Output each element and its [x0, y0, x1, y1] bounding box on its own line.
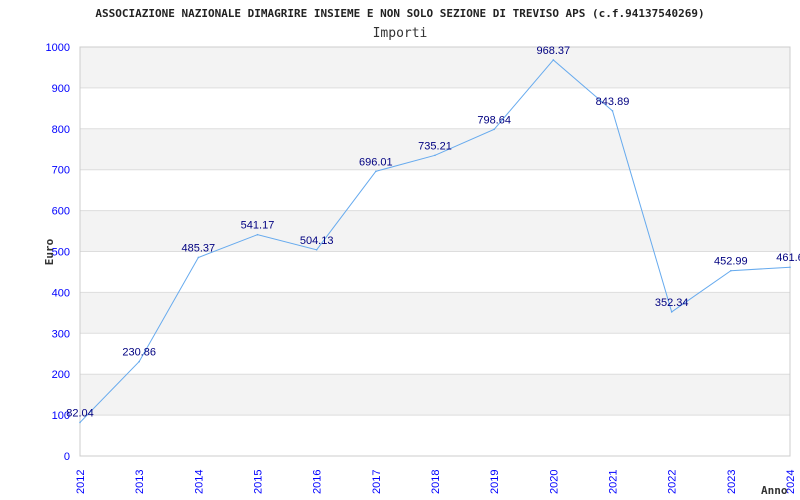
data-label: 82.04 — [66, 407, 94, 419]
y-tick-label: 700 — [52, 165, 70, 177]
x-tick-label: 2017 — [371, 470, 383, 494]
x-tick-label: 2014 — [193, 470, 205, 494]
data-point — [552, 59, 555, 61]
y-tick-label: 400 — [52, 287, 70, 299]
y-tick-label: 800 — [52, 124, 70, 136]
y-tick-label: 0 — [64, 451, 70, 463]
data-label: 230.86 — [122, 347, 156, 359]
x-tick-label: 2020 — [548, 470, 560, 494]
y-tick-label: 900 — [52, 83, 70, 95]
data-point — [256, 233, 259, 236]
y-tick-label: 300 — [52, 328, 70, 340]
chart: 0 100 200 300 400 500 600 700 800 900 1000 2012 201… — [0, 0, 800, 500]
data-point — [197, 256, 200, 259]
data-label: 968.37 — [537, 45, 571, 57]
y-axis-label: Euro — [43, 238, 56, 265]
data-point — [138, 360, 140, 363]
data-label: 452.99 — [714, 256, 748, 268]
x-tick-label: 2018 — [430, 470, 442, 494]
x-tick-label: 2012 — [75, 470, 87, 494]
grid-band — [80, 374, 790, 416]
data-label: 461.6 — [776, 252, 800, 264]
x-tick-label: 2019 — [489, 470, 501, 494]
data-point — [434, 154, 436, 157]
data-label: 696.01 — [359, 156, 393, 168]
x-tick-label: 2016 — [312, 470, 324, 494]
data-point — [493, 128, 495, 131]
data-label: 504.13 — [300, 235, 334, 247]
chart-subtitle: Importi — [373, 26, 428, 41]
data-point — [789, 266, 791, 269]
y-tick-label: 600 — [52, 206, 70, 218]
data-label: 485.37 — [182, 242, 216, 254]
data-label: 735.21 — [418, 140, 452, 152]
data-label: 798.64 — [477, 114, 511, 126]
chart-title: ASSOCIAZIONE NAZIONALE DIMAGRIRE INSIEME… — [95, 7, 704, 20]
data-point — [730, 269, 732, 272]
x-tick-label: 2021 — [608, 470, 620, 494]
data-label: 352.34 — [655, 297, 689, 309]
data-point — [670, 311, 673, 313]
x-tick-label: 2023 — [726, 470, 738, 494]
y-tick-label: 200 — [52, 369, 70, 381]
x-tick-label: 2015 — [253, 470, 265, 494]
data-point — [79, 421, 81, 424]
x-axis-label: Anno — [761, 484, 788, 497]
data-point — [315, 249, 318, 251]
data-point — [611, 110, 614, 112]
grid-band — [80, 47, 790, 88]
data-label: 541.17 — [241, 220, 275, 232]
y-tick-label: 1000 — [46, 42, 70, 54]
data-label: 843.89 — [596, 96, 630, 108]
x-tick-label: 2013 — [134, 470, 146, 494]
x-tick-label: 2022 — [667, 470, 679, 494]
data-point — [375, 170, 377, 173]
line-chart: 01002003004005006007008009001000 2012 201… — [43, 7, 800, 497]
